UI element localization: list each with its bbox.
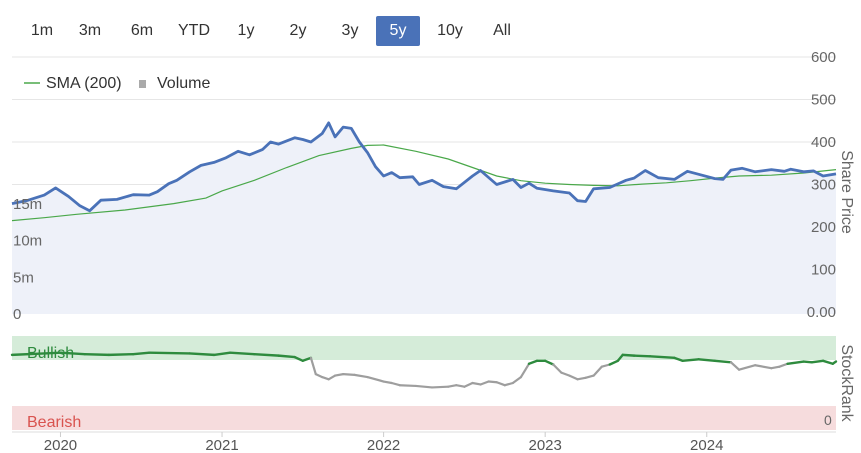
stockrank-segment [463, 381, 474, 388]
stockrank-segment [495, 381, 506, 387]
price-tick-label: 0.00 [807, 304, 836, 321]
stockrank-segment [576, 376, 587, 381]
stockrank-segment [430, 385, 450, 389]
stockrank-segment [786, 360, 805, 365]
stockrank-segment [568, 374, 579, 381]
price-tick-label: 300 [811, 177, 836, 194]
price-tick-label: 400 [811, 134, 836, 151]
x-tick-label: 2022 [367, 437, 400, 453]
stockrank-segment [59, 351, 86, 356]
stockrank-axis-title: StockRank [838, 344, 855, 422]
stockrank-segment [382, 380, 393, 385]
stockrank-segment [487, 380, 498, 384]
bearish-band [12, 406, 836, 430]
stockrank-segment [131, 351, 151, 356]
stockrank-segment [729, 361, 741, 371]
stockrank-segment [327, 374, 337, 381]
stockrank-segment [43, 351, 62, 355]
x-tick-label: 2023 [528, 437, 561, 453]
stockrank-segment [148, 351, 191, 355]
stockrank-segment [713, 359, 733, 364]
stock-chart: SMA (200) Volume 6005004003002001000.00 … [10, 49, 855, 453]
stockrank-segment [737, 364, 757, 371]
price-tick-label: 500 [811, 92, 836, 109]
stockrank-segment [309, 356, 317, 376]
stockrank-segment [107, 352, 135, 357]
stockrank-segment [511, 375, 523, 385]
x-tick-label: 2024 [690, 437, 723, 453]
stockrank-segment [648, 355, 676, 360]
volume-tick-label: 15m [13, 196, 42, 213]
stockrank-segment [831, 360, 838, 365]
stockrank-segment [188, 352, 216, 357]
bearish-label: Bearish [27, 414, 81, 431]
stockrank-segment [277, 354, 296, 359]
volume-tick-label: 0 [13, 306, 21, 323]
x-axis-ticks: 2020 2021 2022 2023 2024 [44, 432, 723, 453]
stockrank-segment [600, 363, 611, 368]
volume-tick-label: 10m [13, 233, 42, 250]
x-tick-label: 2020 [44, 437, 77, 453]
stockrank-segment [471, 381, 482, 386]
stockrank-segment [632, 354, 652, 358]
legend: SMA (200) Volume [24, 75, 210, 92]
stockrank-segment [681, 358, 700, 362]
stockrank-segment [228, 351, 256, 356]
stockrank-segment [802, 360, 813, 364]
stockrank-zero-label: 0 [824, 412, 832, 428]
stockrank-segment [390, 381, 401, 387]
stockrank-segment [10, 352, 46, 357]
stockrank-segment [754, 364, 773, 370]
stockrank-segment [584, 374, 595, 379]
x-tick-label: 2021 [205, 437, 238, 453]
stockrank-segment [552, 363, 563, 374]
legend-sma-label[interactable]: SMA (200) [46, 75, 122, 92]
stockrank-segment [519, 362, 531, 379]
price-tick-label: 600 [811, 49, 836, 66]
stockrank-segment [447, 384, 458, 388]
stockrank-segment [621, 353, 636, 357]
legend-volume-swatch [139, 80, 146, 88]
stockrank-segment [366, 375, 385, 383]
price-tick-label: 100 [811, 262, 836, 279]
stockrank-segment [253, 352, 280, 357]
stockrank-segment [770, 365, 781, 370]
stockrank-segment [697, 358, 717, 362]
stockrank-segment [353, 373, 369, 379]
bullish-band [12, 336, 836, 360]
stockrank-segment [810, 359, 825, 364]
price-tick-label: 200 [811, 219, 836, 236]
stockrank-segment [608, 359, 620, 366]
stockrank-segment [398, 384, 418, 388]
stockrank-segment [503, 381, 514, 387]
stockrank-segment [821, 359, 834, 365]
stockrank-segment [543, 359, 555, 366]
stockrank-segment [479, 380, 490, 386]
stockrank-segment [778, 362, 789, 368]
price-area-fill [12, 122, 836, 315]
stockrank-segment [83, 352, 111, 357]
stockrank-segment [414, 384, 434, 389]
stockrank-segment [560, 371, 571, 377]
price-axis-title: Share Price [838, 150, 855, 234]
stockrank-segment [592, 365, 603, 377]
volume-tick-label: 5m [13, 269, 34, 286]
stockrank-segment [334, 373, 345, 377]
stockrank-segment [455, 384, 466, 388]
stockrank-segment [342, 373, 356, 376]
stockrank-segment [527, 359, 539, 365]
legend-volume-label[interactable]: Volume [157, 75, 210, 92]
